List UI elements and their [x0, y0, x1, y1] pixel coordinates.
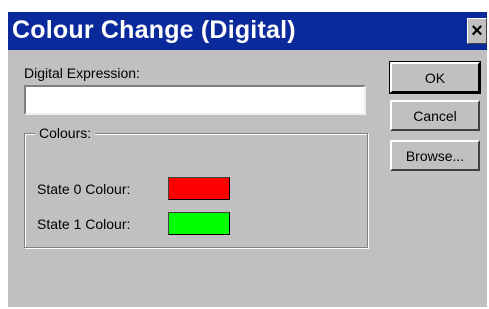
dialog-window: Colour Change (Digital) × Digital Expres… — [8, 12, 487, 307]
ok-button[interactable]: OK — [389, 61, 481, 94]
colours-group: Colours: State 0 Colour: State 1 Colour: — [24, 125, 368, 248]
state-0-colour-swatch[interactable] — [168, 177, 230, 200]
colours-group-legend: Colours: — [35, 125, 96, 141]
state-0-colour-label: State 0 Colour: — [37, 181, 131, 197]
close-icon: × — [471, 19, 483, 42]
title-bar[interactable]: Colour Change (Digital) × — [8, 12, 487, 50]
state-1-colour-label: State 1 Colour: — [37, 216, 131, 232]
browse-button[interactable]: Browse... — [390, 140, 480, 171]
digital-expression-label: Digital Expression: — [24, 65, 140, 81]
state-1-colour-swatch[interactable] — [168, 212, 230, 235]
digital-expression-input[interactable] — [24, 85, 366, 115]
close-button[interactable]: × — [467, 18, 487, 44]
cancel-button[interactable]: Cancel — [390, 100, 480, 131]
window-title: Colour Change (Digital) — [12, 16, 296, 44]
